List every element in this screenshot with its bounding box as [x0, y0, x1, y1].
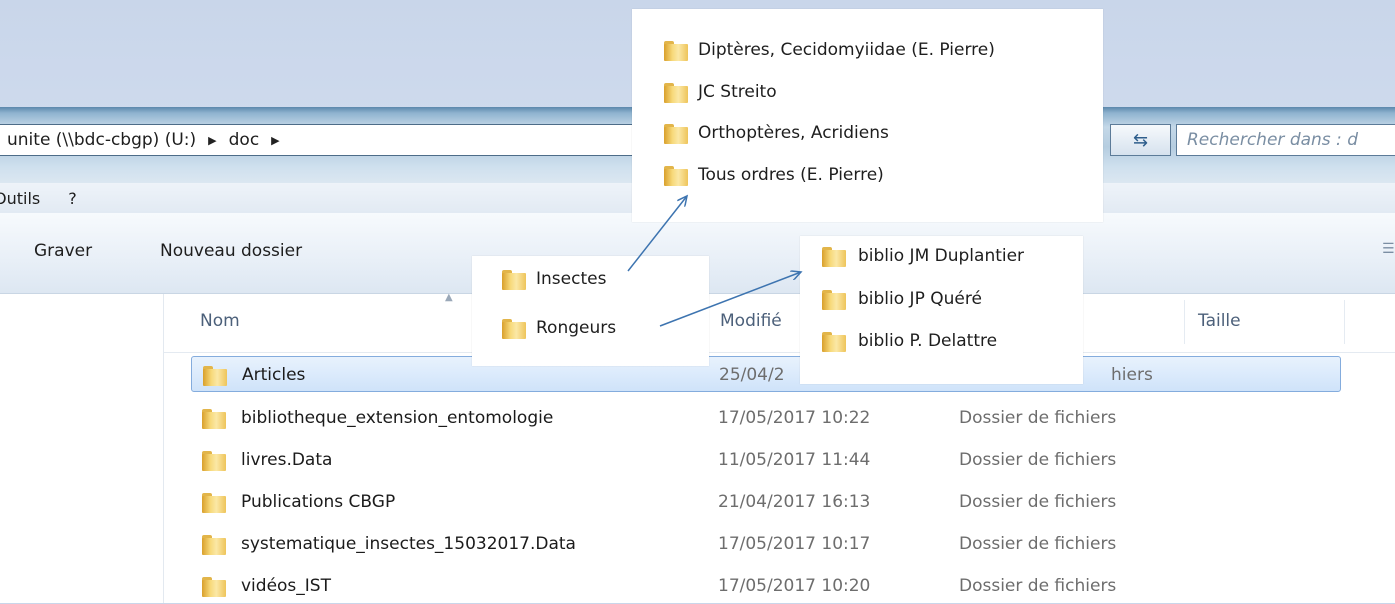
file-type: Dossier de fichiers — [959, 450, 1117, 470]
file-name: livres.Data — [241, 450, 333, 470]
callout-insectes-subfolders: Diptères, Cecidomyiidae (E. Pierre) JC S… — [632, 9, 1103, 222]
sort-up-icon: ▲ — [445, 292, 453, 303]
folder-icon — [664, 38, 690, 62]
folder-icon — [822, 287, 848, 311]
file-type: Dossier de fichiers — [959, 408, 1117, 428]
file-row[interactable]: livres.Data 11/05/2017 11:44 Dossier de … — [191, 442, 1341, 478]
subfolder-label: biblio JP Quéré — [858, 289, 982, 309]
breadcrumb-doc[interactable]: doc — [229, 130, 260, 150]
navigation-pane[interactable] — [0, 294, 164, 603]
folder-icon — [202, 574, 228, 598]
file-row-articles[interactable]: Articles 25/04/2 hiers — [191, 356, 1341, 392]
folder-icon — [202, 490, 228, 514]
file-row[interactable]: Publications CBGP 21/04/2017 16:13 Dossi… — [191, 484, 1341, 520]
file-row[interactable]: systematique_insectes_15032017.Data 17/0… — [191, 526, 1341, 562]
subfolder-label: biblio P. Delattre — [858, 331, 998, 351]
column-divider[interactable] — [1184, 300, 1185, 344]
refresh-icon: ⇆ — [1132, 129, 1149, 151]
folder-icon — [502, 316, 528, 340]
file-date: 17/05/2017 10:20 — [718, 576, 871, 596]
folder-icon — [664, 121, 690, 145]
burn-button[interactable]: Graver — [34, 241, 92, 261]
subfolder-label: Orthoptères, Acridiens — [698, 123, 889, 143]
file-row[interactable]: bibliotheque_extension_entomologie 17/05… — [191, 400, 1341, 436]
new-folder-button[interactable]: Nouveau dossier — [160, 241, 302, 261]
callout-articles-subfolders: Insectes Rongeurs — [472, 256, 709, 366]
file-date: 11/05/2017 11:44 — [718, 450, 871, 470]
file-type: hiers — [1111, 365, 1153, 385]
column-divider[interactable] — [1344, 300, 1345, 344]
subfolder-label: Diptères, Cecidomyiidae (E. Pierre) — [698, 40, 995, 60]
folder-icon — [664, 163, 690, 187]
view-options-icon[interactable]: ☰ — [1382, 241, 1395, 257]
file-type: Dossier de fichiers — [959, 492, 1117, 512]
menu-tools[interactable]: Outils — [0, 189, 40, 208]
column-headers: Nom ▲ Modifié Taille — [164, 292, 1395, 353]
folder-icon — [822, 244, 848, 268]
column-size[interactable]: Taille — [1198, 311, 1241, 331]
file-date: 21/04/2017 16:13 — [718, 492, 871, 512]
file-date: 25/04/2 — [719, 365, 785, 385]
search-input[interactable]: Rechercher dans : d — [1176, 124, 1395, 156]
folder-icon — [202, 448, 228, 472]
chevron-right-icon[interactable]: ▶ — [271, 134, 279, 147]
folder-icon — [502, 267, 528, 291]
file-type: Dossier de fichiers — [959, 576, 1117, 596]
folder-icon — [202, 406, 228, 430]
search-placeholder: Rechercher dans : d — [1187, 130, 1358, 150]
file-name: vidéos_IST — [241, 576, 331, 596]
menu-help[interactable]: ? — [68, 189, 77, 208]
subfolder-label: Tous ordres (E. Pierre) — [698, 165, 884, 185]
column-modified[interactable]: Modifié — [720, 311, 782, 331]
folder-icon — [664, 80, 690, 104]
file-name: Publications CBGP — [241, 492, 396, 512]
file-list: Nom ▲ Modifié Taille Articles 25/04/2 hi… — [164, 292, 1395, 604]
subfolder-label: Rongeurs — [536, 318, 617, 338]
refresh-button[interactable]: ⇆ — [1110, 124, 1171, 156]
file-name: bibliotheque_extension_entomologie — [241, 408, 554, 428]
callout-rongeurs-subfolders: biblio JM Duplantier biblio JP Quéré bib… — [800, 236, 1083, 384]
file-name: systematique_insectes_15032017.Data — [241, 534, 576, 554]
folder-icon — [822, 329, 848, 353]
folder-icon — [202, 532, 228, 556]
subfolder-label: JC Streito — [698, 82, 777, 102]
breadcrumb-drive[interactable]: unite (\\bdc-cbgp) (U:) — [7, 130, 196, 150]
column-name[interactable]: Nom — [200, 311, 240, 331]
chevron-right-icon[interactable]: ▶ — [208, 134, 216, 147]
file-type: Dossier de fichiers — [959, 534, 1117, 554]
file-date: 17/05/2017 10:17 — [718, 534, 871, 554]
subfolder-label: biblio JM Duplantier — [858, 246, 1025, 266]
subfolder-label: Insectes — [536, 269, 607, 289]
file-date: 17/05/2017 10:22 — [718, 408, 871, 428]
file-name: Articles — [242, 365, 306, 385]
folder-icon — [203, 363, 229, 387]
file-row[interactable]: vidéos_IST 17/05/2017 10:20 Dossier de f… — [191, 568, 1341, 604]
